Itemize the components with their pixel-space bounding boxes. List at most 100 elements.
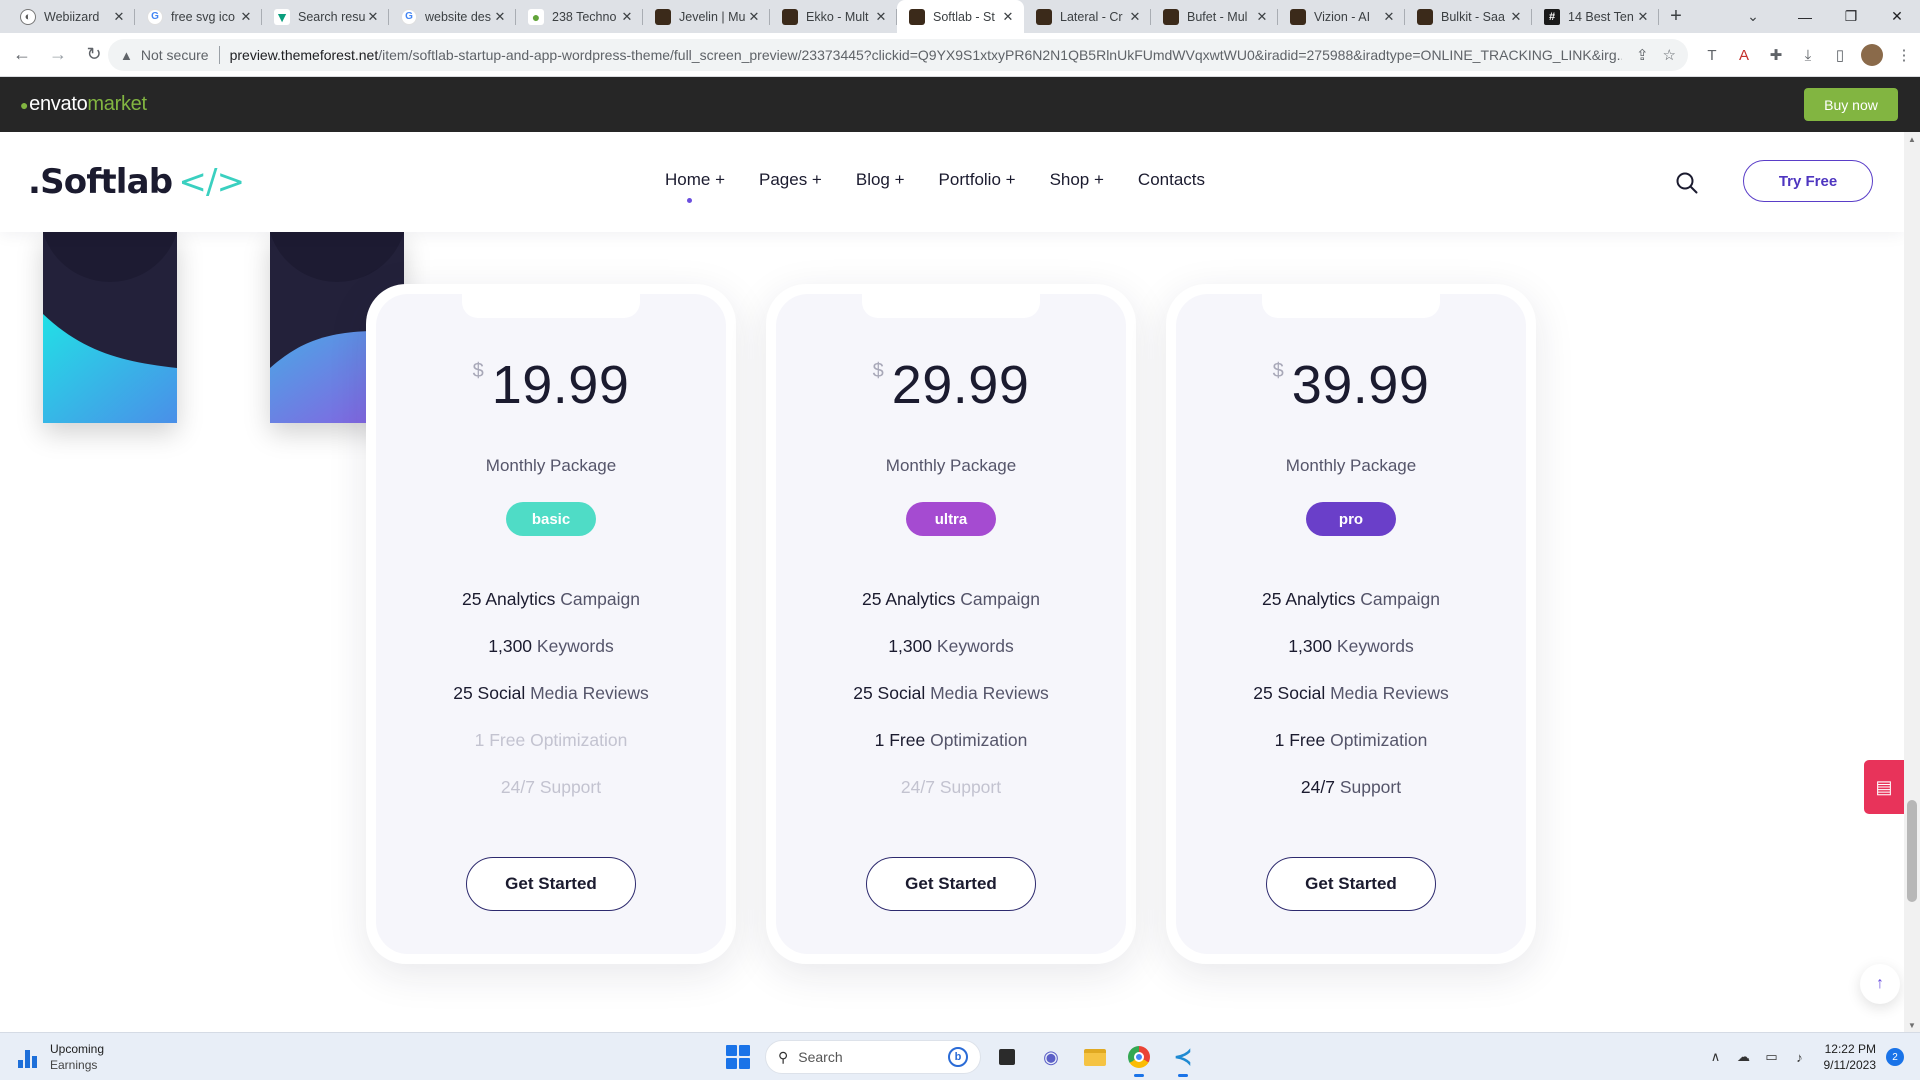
pricing-card: $29.99 Monthly Package ultra 25 Analytics C…	[766, 284, 1136, 964]
nav-label: Home +	[665, 170, 725, 189]
vscode-icon[interactable]: ≺	[1168, 1042, 1198, 1077]
widget-subtitle: Earnings	[50, 1058, 98, 1072]
tab-search-icon[interactable]: ⌄	[1736, 0, 1770, 33]
network-icon[interactable]: ▭	[1758, 1043, 1786, 1071]
scrollbar-thumb[interactable]	[1907, 800, 1917, 902]
tab-title: Softlab - St	[933, 9, 995, 24]
teams-chat-icon[interactable]: ◉	[1036, 1042, 1066, 1072]
price: $39.99	[1166, 354, 1536, 416]
forward-button[interactable]: →	[44, 41, 72, 69]
close-tab-icon[interactable]: ✕	[1127, 9, 1143, 25]
minimize-button[interactable]: —	[1782, 0, 1828, 33]
reload-button[interactable]: ↻	[80, 41, 108, 69]
file-explorer-icon[interactable]	[1080, 1042, 1110, 1072]
get-started-button[interactable]: Get Started	[466, 857, 636, 911]
buy-now-button[interactable]: Buy now	[1804, 88, 1898, 121]
pricing-card: $19.99 Monthly Package basic 25 Analytics C…	[366, 284, 736, 964]
bookmark-star-icon[interactable]: ☆	[1663, 46, 1676, 64]
tab-title: Lateral - Cr	[1060, 9, 1123, 24]
search-icon: ⚲	[778, 1048, 789, 1065]
close-tab-icon[interactable]: ✕	[1381, 9, 1397, 25]
nav-item[interactable]: Portfolio +	[939, 170, 1016, 190]
nav-item[interactable]: Shop +	[1050, 170, 1104, 190]
task-view-icon[interactable]	[992, 1042, 1022, 1072]
translate-extension-icon[interactable]: T	[1696, 39, 1728, 71]
close-tab-icon[interactable]: ✕	[873, 9, 889, 25]
browser-tab[interactable]: #14 Best Ten ✕	[1532, 0, 1659, 33]
browser-tab[interactable]: Bulkit - Saa ✕	[1405, 0, 1532, 33]
close-window-button[interactable]: ✕	[1874, 0, 1920, 33]
nav-item[interactable]: Pages +	[759, 170, 822, 190]
close-tab-icon[interactable]: ✕	[238, 9, 254, 25]
get-started-button[interactable]: Get Started	[866, 857, 1036, 911]
browser-tab[interactable]: ● 238 Techno ✕	[516, 0, 643, 33]
envato-icon	[1290, 8, 1306, 25]
back-to-top-icon[interactable]: ↑	[1860, 964, 1900, 1004]
restore-button[interactable]: ❐	[1828, 0, 1874, 33]
widgets-button[interactable]: Upcoming Earnings	[18, 1041, 104, 1073]
adobe-extension-icon[interactable]: A	[1728, 39, 1760, 71]
browser-tab[interactable]: Lateral - Cr ✕	[1024, 0, 1151, 33]
extensions-puzzle-icon[interactable]: ✚	[1760, 39, 1792, 71]
close-tab-icon[interactable]: ✕	[492, 9, 508, 25]
volume-icon[interactable]: ♪	[1786, 1043, 1814, 1071]
address-bar[interactable]: ▲ Not secure preview.themeforest.net/ite…	[108, 39, 1688, 71]
package-label: Monthly Package	[885, 456, 1017, 475]
windows-start-icon[interactable]	[726, 1045, 750, 1069]
close-tab-icon[interactable]: ✕	[1254, 9, 1270, 25]
onedrive-icon[interactable]: ☁	[1730, 1043, 1758, 1071]
download-icon[interactable]: ⤓	[1792, 39, 1824, 71]
package-label: Monthly Package	[1285, 456, 1417, 475]
softlab-logo[interactable]: .Softlab </>	[28, 162, 245, 202]
url-text[interactable]: preview.themeforest.net/item/softlab-sta…	[230, 47, 1622, 63]
get-started-button[interactable]: Get Started	[1266, 857, 1436, 911]
feature-item: 1,300 Keywords	[488, 636, 614, 656]
new-tab-button[interactable]: +	[1659, 0, 1693, 33]
close-tab-icon[interactable]: ✕	[365, 9, 381, 25]
tab-title: Vizion - AI	[1314, 9, 1371, 24]
browser-tab[interactable]: Gwebsite des ✕	[389, 0, 516, 33]
browser-tab[interactable]: Ekko - Mult ✕	[770, 0, 897, 33]
clock[interactable]: 12:22 PM 9/11/2023	[1824, 1041, 1877, 1073]
tab-title: Search resu	[298, 9, 365, 24]
browser-tab[interactable]: Softlab - St ✕	[897, 0, 1024, 33]
browser-tab[interactable]: ◐ Webiizard ✕	[8, 0, 135, 33]
share-icon[interactable]: ⇪	[1636, 46, 1649, 64]
browser-tab[interactable]: Gfree svg ico ✕	[135, 0, 262, 33]
close-tab-icon[interactable]: ✕	[619, 9, 635, 25]
close-tab-icon[interactable]: ✕	[746, 9, 762, 25]
window-controls: — ❐ ✕	[1782, 0, 1920, 33]
nav-item[interactable]: Contacts	[1138, 170, 1205, 190]
envato-preview-bar: ●envatomarket Buy now	[0, 77, 1920, 132]
pricing-card: $39.99 Monthly Package pro 25 Analytics Cam…	[1166, 284, 1536, 964]
browser-menu-icon[interactable]: ⋮	[1888, 39, 1920, 71]
bing-icon[interactable]: b	[948, 1047, 968, 1067]
scroll-up-arrow-icon[interactable]: ▲	[1904, 132, 1920, 146]
feature-item: 25 Analytics Campaign	[461, 589, 641, 609]
nav-item[interactable]: Home +	[665, 170, 725, 203]
close-tab-icon[interactable]: ✕	[1000, 9, 1016, 25]
back-button[interactable]: ←	[8, 41, 36, 69]
chrome-icon[interactable]	[1124, 1042, 1154, 1077]
tab-title: Bulkit - Saa	[1441, 9, 1505, 24]
close-tab-icon[interactable]: ✕	[111, 9, 127, 25]
taskbar-search[interactable]: ⚲ Search b	[765, 1040, 981, 1074]
browser-tab[interactable]: ▼ Search resu ✕	[262, 0, 389, 33]
scroll-down-arrow-icon[interactable]: ▼	[1904, 1018, 1920, 1032]
side-purchase-icon[interactable]: ▤	[1864, 760, 1904, 814]
close-tab-icon[interactable]: ✕	[1508, 9, 1524, 25]
tray-overflow-icon[interactable]: ∧	[1702, 1043, 1730, 1071]
side-panel-icon[interactable]: ▯	[1824, 39, 1856, 71]
browser-tab[interactable]: Vizion - AI ✕	[1278, 0, 1405, 33]
notification-badge[interactable]: 2	[1886, 1048, 1904, 1066]
browser-tab[interactable]: Jevelin | Mu ✕	[643, 0, 770, 33]
browser-toolbar: ← → ↻ ▲ Not secure preview.themeforest.n…	[0, 33, 1920, 77]
page-scrollbar[interactable]: ▲ ▼	[1904, 132, 1920, 1032]
envato-logo[interactable]: ●envatomarket	[20, 93, 147, 116]
close-tab-icon[interactable]: ✕	[1635, 9, 1651, 25]
nav-item[interactable]: Blog +	[856, 170, 905, 190]
search-icon[interactable]	[1676, 172, 1698, 194]
profile-avatar[interactable]	[1861, 44, 1883, 66]
browser-tab[interactable]: Bufet - Mul ✕	[1151, 0, 1278, 33]
try-free-button[interactable]: Try Free	[1743, 160, 1873, 202]
